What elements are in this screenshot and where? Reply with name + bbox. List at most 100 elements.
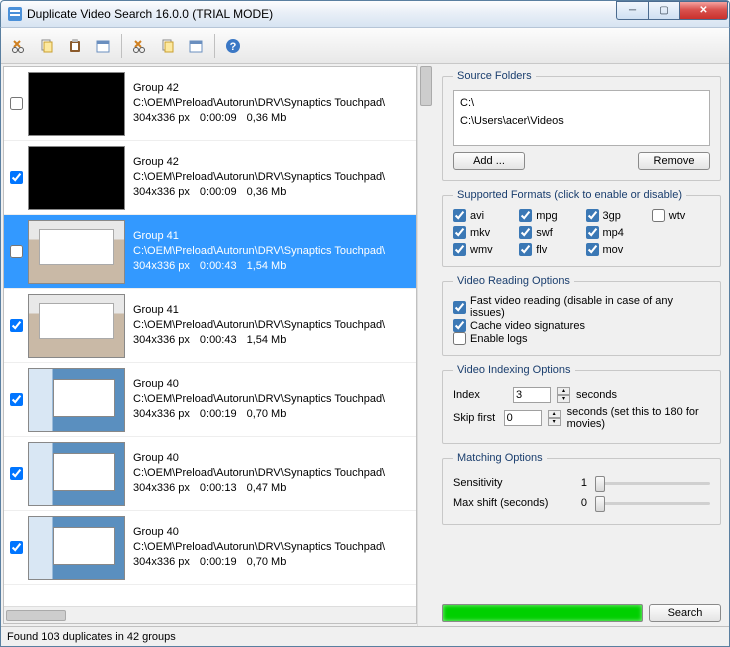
format-label[interactable]: avi [470,210,484,222]
format-checkbox-mp4[interactable] [586,226,599,239]
toolbar: ? [1,28,729,64]
format-checkbox-swf[interactable] [519,226,532,239]
cache-signatures-checkbox[interactable] [453,319,466,332]
reading-options-group: Video Reading Options Fast video reading… [442,275,721,356]
row-checkbox[interactable] [10,245,23,258]
format-label[interactable]: mpg [536,210,557,222]
video-thumbnail[interactable] [28,368,125,432]
video-thumbnail[interactable] [28,442,125,506]
format-label[interactable]: flv [536,244,547,256]
video-thumbnail[interactable] [28,146,125,210]
format-checkbox-wmv[interactable] [453,243,466,256]
cut-icon[interactable] [128,34,152,58]
results-list[interactable]: Group 42C:\OEM\Preload\Autorun\DRV\Synap… [4,67,416,606]
maxshift-slider[interactable] [595,494,710,512]
vertical-scrollbar[interactable] [417,64,434,626]
video-thumbnail[interactable] [28,294,125,358]
index-seconds-input[interactable] [513,387,551,403]
remove-folder-button[interactable]: Remove [638,152,710,170]
video-thumbnail[interactable] [28,72,125,136]
list-row[interactable]: Group 42C:\OEM\Preload\Autorun\DRV\Synap… [4,67,416,141]
format-label[interactable]: 3gp [603,210,621,222]
row-checkbox[interactable] [10,319,23,332]
status-text: Found 103 duplicates in 42 groups [7,631,176,643]
format-checkbox-wtv[interactable] [652,209,665,222]
list-row[interactable]: Group 40C:\OEM\Preload\Autorun\DRV\Synap… [4,363,416,437]
video-thumbnail[interactable] [28,220,125,284]
list-row[interactable]: Group 41C:\OEM\Preload\Autorun\DRV\Synap… [4,215,416,289]
progress-bar [442,604,643,622]
paste-icon[interactable] [63,34,87,58]
skip-first-input[interactable] [504,410,542,426]
row-checkbox[interactable] [10,541,23,554]
row-checkbox[interactable] [10,467,23,480]
enable-logs-checkbox[interactable] [453,332,466,345]
list-row[interactable]: Group 42C:\OEM\Preload\Autorun\DRV\Synap… [4,141,416,215]
skip-first-label: Skip first [453,412,498,424]
calendar-icon[interactable] [91,34,115,58]
row-group: Group 40 [133,377,385,392]
matching-options-group: Matching Options Sensitivity 1 Max shift… [442,452,721,525]
index-spinner[interactable]: ▴▾ [557,387,570,403]
row-checkbox[interactable] [10,171,23,184]
format-checkbox-avi[interactable] [453,209,466,222]
window-title: Duplicate Video Search 16.0.0 (TRIAL MOD… [27,7,616,21]
maxshift-value: 0 [573,497,587,509]
video-thumbnail[interactable] [28,516,125,580]
format-checkbox-flv[interactable] [519,243,532,256]
format-checkbox-mov[interactable] [586,243,599,256]
row-path: C:\OEM\Preload\Autorun\DRV\Synaptics Tou… [133,96,385,111]
horizontal-scrollbar[interactable] [4,606,416,623]
sensitivity-slider[interactable] [595,474,710,492]
search-button[interactable]: Search [649,604,721,622]
source-folders-list[interactable]: C:\ C:\Users\acer\Videos [453,90,710,146]
row-group: Group 40 [133,451,385,466]
skip-spinner[interactable]: ▴▾ [548,410,561,426]
toolbar-separator [121,34,122,58]
row-path: C:\OEM\Preload\Autorun\DRV\Synaptics Tou… [133,466,385,481]
format-label[interactable]: swf [536,227,553,239]
toolbar-separator [214,34,215,58]
fast-reading-checkbox[interactable] [453,301,466,314]
svg-text:?: ? [230,41,237,53]
indexing-legend: Video Indexing Options [453,364,575,376]
cache-signatures-label[interactable]: Cache video signatures [470,320,585,332]
source-folder-item[interactable]: C:\ [460,95,703,113]
row-path: C:\OEM\Preload\Autorun\DRV\Synaptics Tou… [133,170,385,185]
add-folder-button[interactable]: Add ... [453,152,525,170]
minimize-button[interactable]: ─ [616,1,648,20]
format-label[interactable]: mp4 [603,227,624,239]
row-path: C:\OEM\Preload\Autorun\DRV\Synaptics Tou… [133,244,385,259]
help-icon[interactable]: ? [221,34,245,58]
row-group: Group 41 [133,229,385,244]
format-checkbox-3gp[interactable] [586,209,599,222]
row-checkbox[interactable] [10,97,23,110]
fast-reading-label[interactable]: Fast video reading (disable in case of a… [470,295,710,319]
row-path: C:\OEM\Preload\Autorun\DRV\Synaptics Tou… [133,540,385,555]
status-bar: Found 103 duplicates in 42 groups [1,626,729,646]
format-checkbox-mpg[interactable] [519,209,532,222]
source-folders-group: Source Folders C:\ C:\Users\acer\Videos … [442,70,721,181]
format-label[interactable]: mkv [470,227,490,239]
app-icon [7,6,23,22]
format-label[interactable]: wmv [470,244,493,256]
list-row[interactable]: Group 41C:\OEM\Preload\Autorun\DRV\Synap… [4,289,416,363]
format-label[interactable]: mov [603,244,624,256]
copy-icon[interactable] [35,34,59,58]
calendar-icon[interactable] [184,34,208,58]
format-checkbox-mkv[interactable] [453,226,466,239]
row-group: Group 41 [133,303,385,318]
format-label[interactable]: wtv [669,210,686,222]
enable-logs-label[interactable]: Enable logs [470,333,528,345]
source-folder-item[interactable]: C:\Users\acer\Videos [460,113,703,131]
index-unit: seconds [576,389,617,401]
maximize-button[interactable]: ▢ [648,1,680,20]
row-group: Group 42 [133,155,385,170]
cut-icon[interactable] [7,34,31,58]
copy-icon[interactable] [156,34,180,58]
close-button[interactable]: ✕ [680,1,728,20]
titlebar[interactable]: Duplicate Video Search 16.0.0 (TRIAL MOD… [0,0,730,28]
list-row[interactable]: Group 40C:\OEM\Preload\Autorun\DRV\Synap… [4,437,416,511]
row-checkbox[interactable] [10,393,23,406]
list-row[interactable]: Group 40C:\OEM\Preload\Autorun\DRV\Synap… [4,511,416,585]
